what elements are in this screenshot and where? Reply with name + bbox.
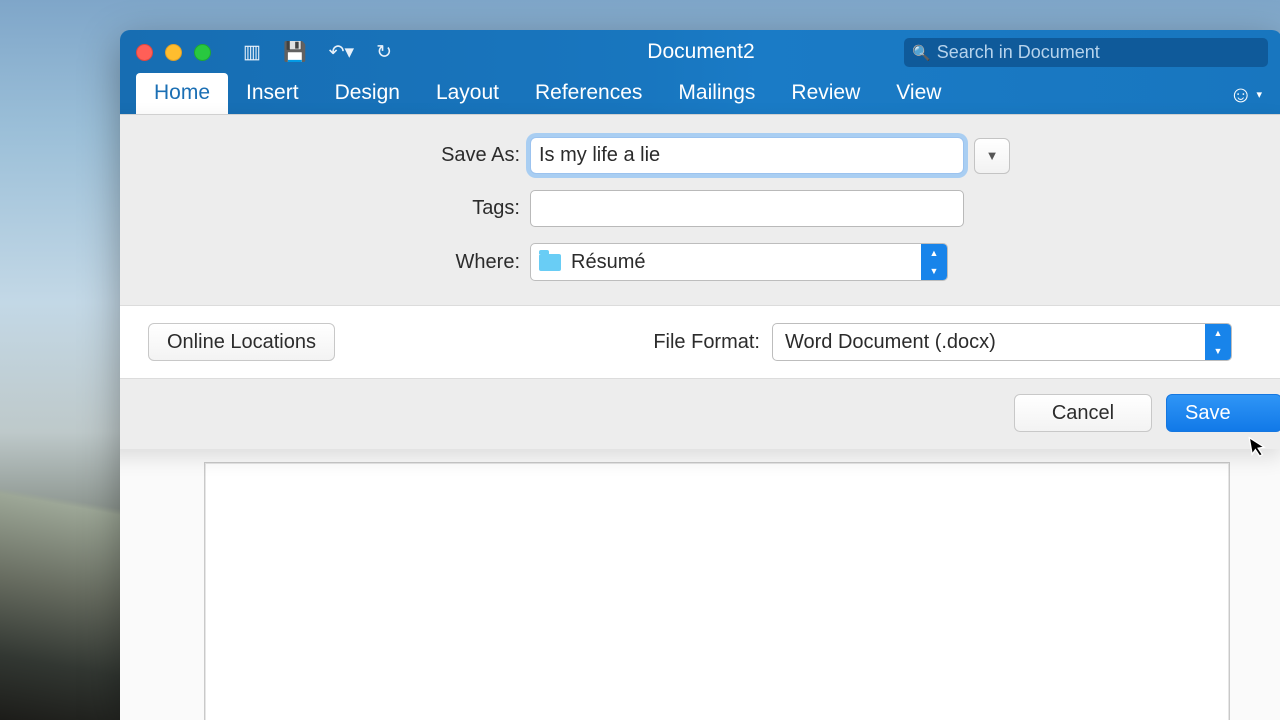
emoji-menu-button[interactable]: ☺ ▾ bbox=[1223, 75, 1268, 114]
redo-icon[interactable]: ↻ bbox=[376, 43, 392, 62]
tab-mailings[interactable]: Mailings bbox=[660, 73, 773, 114]
caret-up-icon: ▲ bbox=[921, 244, 947, 262]
zoom-window-button[interactable] bbox=[194, 44, 211, 61]
tab-view[interactable]: View bbox=[878, 73, 959, 114]
save-button[interactable]: Save bbox=[1166, 394, 1280, 432]
caret-up-icon: ▲ bbox=[1205, 324, 1231, 342]
ribbon-tabs: Home Insert Design Layout References Mai… bbox=[120, 74, 1280, 114]
caret-down-icon: ▼ bbox=[1205, 342, 1231, 360]
close-window-button[interactable] bbox=[136, 44, 153, 61]
search-placeholder: Search in Document bbox=[937, 42, 1100, 63]
tab-home[interactable]: Home bbox=[136, 73, 228, 114]
word-window: ▥ 💾 ↶▾ ↻ Document2 🔍 Search in Document … bbox=[120, 30, 1280, 720]
folder-icon bbox=[539, 254, 561, 271]
title-bar: ▥ 💾 ↶▾ ↻ Document2 🔍 Search in Document … bbox=[120, 30, 1280, 114]
cancel-button[interactable]: Cancel bbox=[1014, 394, 1152, 432]
tab-insert[interactable]: Insert bbox=[228, 73, 317, 114]
where-select[interactable]: Résumé ▲ ▼ bbox=[530, 243, 948, 281]
document-page[interactable] bbox=[204, 462, 1230, 720]
undo-icon[interactable]: ↶▾ bbox=[329, 43, 354, 62]
tab-references[interactable]: References bbox=[517, 73, 660, 114]
file-format-select[interactable]: Word Document (.docx) ▲ ▼ bbox=[772, 323, 1232, 361]
tab-design[interactable]: Design bbox=[317, 73, 418, 114]
tab-review[interactable]: Review bbox=[773, 73, 878, 114]
expand-dialog-button[interactable]: ▼ bbox=[974, 138, 1010, 174]
tab-layout[interactable]: Layout bbox=[418, 73, 517, 114]
search-icon: 🔍 bbox=[912, 44, 931, 62]
save-dialog: Save As: ▼ Tags: Where: Résumé bbox=[120, 114, 1280, 449]
where-label: Where: bbox=[138, 251, 530, 274]
document-title: Document2 bbox=[647, 40, 754, 64]
search-box[interactable]: 🔍 Search in Document bbox=[904, 38, 1268, 67]
online-locations-button[interactable]: Online Locations bbox=[148, 323, 335, 361]
minimize-window-button[interactable] bbox=[165, 44, 182, 61]
dialog-actions: Cancel Save bbox=[120, 379, 1280, 449]
tags-input[interactable] bbox=[530, 190, 964, 227]
chevron-down-icon: ▼ bbox=[986, 148, 999, 163]
saveas-input[interactable] bbox=[530, 137, 964, 174]
save-icon[interactable]: 💾 bbox=[283, 43, 307, 62]
format-bar: Online Locations File Format: Word Docum… bbox=[120, 305, 1280, 379]
file-format-stepper[interactable]: ▲ ▼ bbox=[1205, 324, 1231, 360]
saveas-label: Save As: bbox=[138, 144, 530, 167]
quick-access-toolbar: ▥ 💾 ↶▾ ↻ bbox=[243, 43, 392, 62]
tags-label: Tags: bbox=[138, 197, 530, 220]
where-stepper[interactable]: ▲ ▼ bbox=[921, 244, 947, 280]
where-value: Résumé bbox=[571, 251, 645, 274]
window-controls bbox=[136, 44, 211, 61]
file-format-label: File Format: bbox=[653, 331, 760, 354]
caret-down-icon: ▼ bbox=[921, 262, 947, 280]
sidebar-toggle-icon[interactable]: ▥ bbox=[243, 43, 261, 62]
file-format-value: Word Document (.docx) bbox=[773, 331, 1205, 354]
